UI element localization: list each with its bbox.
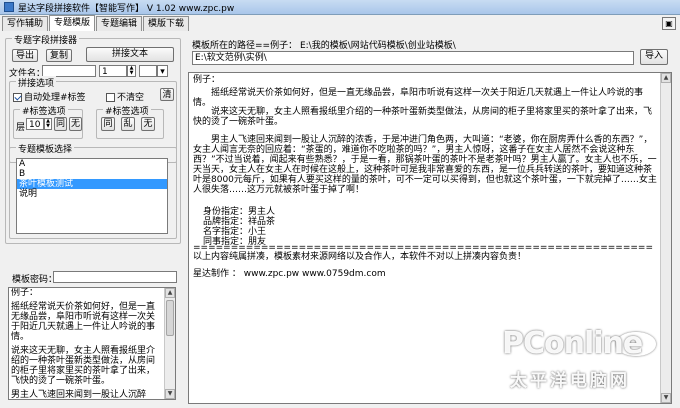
tab-topic-template[interactable]: 专题模版	[49, 15, 96, 31]
tag-options-label-2: #标签选项	[103, 104, 151, 117]
pconline-watermark: PConline 太平洋电脑网	[502, 326, 662, 402]
editor-para-2: 说来这天无聊，女主人照看报纸里介绍的一种茶叶蛋新类型做法，从房间的柜子里将家里买…	[193, 107, 653, 127]
password-input[interactable]	[53, 271, 177, 283]
tab-bar: 写作辅助 专题模版 专题编辑 模版下载	[2, 15, 190, 31]
editor-example-label: 例子：	[193, 75, 221, 85]
tag-options-group-2: #标签选项 同 乱 无	[96, 104, 164, 139]
clear-button[interactable]: 清	[160, 88, 174, 101]
template-listbox[interactable]: A B 茶叶模板测试 说明	[16, 158, 168, 234]
layer-label: 层	[16, 123, 26, 133]
not-clear-label: 不清空	[117, 93, 145, 103]
topic-concat-label: 专题字段拼接器	[12, 33, 80, 46]
left-panel: 专题字段拼接器 导出 复制 拼接文本 文件名： 1 ▲ ▼ ▾ 拼接选项 自动处理…	[5, 33, 183, 404]
editor-para-1: 摇纸经常说天价茶如何好，但是一直无缘品尝，阜阳市听说有这样一次关于阳近几天就遇上…	[193, 88, 644, 108]
left-scrollbar[interactable]: ▲ ▼	[164, 288, 175, 399]
same-button-2[interactable]: 同	[101, 117, 115, 131]
none-button[interactable]: 无	[69, 117, 82, 131]
layer-input[interactable]: 10	[26, 118, 44, 130]
scroll-up-icon[interactable]: ▲	[661, 73, 671, 83]
template-select-label: 专题模板选择	[16, 142, 75, 155]
path-label: 模板所在的路径==例子： E:\我的模板\网站代码模板\创业站模板\	[192, 41, 456, 51]
import-button[interactable]: 导入	[640, 49, 668, 65]
example-text-3: 男主人飞速回来闻到一股让人沉醉	[11, 390, 147, 400]
scroll-down-icon[interactable]: ▼	[661, 393, 671, 403]
list-item[interactable]: 说明	[17, 189, 167, 199]
not-clear-checkbox[interactable]: 不清空	[106, 90, 144, 103]
checkbox-icon[interactable]	[13, 93, 22, 102]
topic-concat-group: 专题字段拼接器 导出 复制 拼接文本 文件名： 1 ▲ ▼ ▾ 拼接选项 自动处理…	[5, 33, 181, 244]
dropdown-arrow-icon[interactable]: ▾	[157, 65, 168, 77]
example-textarea[interactable]: 例子： 摇纸经常说天价茶如何好，但是一直无缘品尝，阜阳市听说有这样一次关于阳近几…	[8, 287, 176, 400]
editor-para-3: 男主人飞速回来闻到一股让人沉醉的浓香，于是冲进门角色两，大叫道：“老婆，你在厨房…	[193, 135, 657, 195]
restore-icon[interactable]: ▣	[662, 17, 676, 30]
watermark-cn-text: 太平洋电脑网	[510, 371, 630, 391]
same-button[interactable]: 同	[54, 117, 67, 131]
example-label: 例子：	[11, 288, 39, 298]
dropdown-input[interactable]	[139, 65, 157, 77]
auto-process-label: 自动处理#标签	[24, 93, 86, 103]
template-select-group: 专题模板选择 A B 茶叶模板测试 说明	[9, 142, 177, 239]
copy-button[interactable]: 复制	[46, 49, 72, 62]
layer-spinner[interactable]: ▲ ▼	[44, 118, 52, 130]
disclaimer-text: 以上内容纯属拼凑，模板素材来源网络以及合作人，本软件不对以上拼凑内容负责！	[193, 252, 527, 262]
identity-line: 名字指定：小王	[203, 227, 267, 237]
tag-options-label-1: #标签选项	[20, 104, 68, 117]
tab-topic-edit[interactable]: 专题编辑	[96, 16, 143, 31]
example-text-1: 摇纸经常说天价茶如何好，但是一直无缘品尝，阜阳市听说有这样一次关于阳近几天就遇上…	[11, 302, 156, 342]
checkbox-icon[interactable]	[106, 93, 115, 102]
password-label: 模板密码：	[12, 275, 58, 285]
scroll-thumb[interactable]	[166, 300, 174, 336]
identity-line: 品牌指定：祥品茶	[203, 217, 276, 227]
number-spinner[interactable]: ▲ ▼	[127, 65, 136, 77]
none-button-2[interactable]: 无	[141, 117, 155, 131]
app-icon	[4, 2, 14, 12]
tab-template-download[interactable]: 模版下载	[143, 16, 190, 31]
watermark-brand: PConline	[502, 326, 643, 361]
list-item-selected[interactable]: 茶叶模板测试	[17, 179, 167, 189]
example-text-2: 说来这天无聊，女主人照看报纸里介绍的一种茶叶蛋新类型做法，从房间的柜子里将家里买…	[11, 346, 156, 386]
list-item[interactable]: A	[17, 159, 167, 169]
scroll-up-icon[interactable]: ▲	[165, 288, 175, 298]
number-input[interactable]: 1	[99, 65, 127, 77]
credit-text: 星达制作 ： www.zpc.pw www.0759dm.com	[193, 269, 386, 279]
title-bar: 星达字段拼接软件【智能写作】 V 1.02 www.zpc.pw	[0, 0, 680, 15]
tag-options-group-1: #标签选项 层 10 ▲ ▼ 同 无	[13, 104, 83, 139]
concat-text-button[interactable]: 拼接文本	[86, 47, 174, 62]
identity-line: 身份指定：男主人	[203, 207, 276, 217]
concat-options-label: 拼接选项	[16, 76, 57, 89]
tab-writing-assist[interactable]: 写作辅助	[2, 16, 49, 31]
auto-process-checkbox[interactable]: 自动处理#标签	[13, 90, 86, 103]
mess-button[interactable]: 乱	[121, 117, 135, 131]
export-button[interactable]: 导出	[12, 49, 38, 62]
path-input[interactable]: E:\软文范例\实例\	[192, 51, 634, 65]
list-item[interactable]: B	[17, 169, 167, 179]
window-title: 星达字段拼接软件【智能写作】 V 1.02 www.zpc.pw	[18, 3, 235, 14]
scroll-down-icon[interactable]: ▼	[165, 389, 175, 399]
